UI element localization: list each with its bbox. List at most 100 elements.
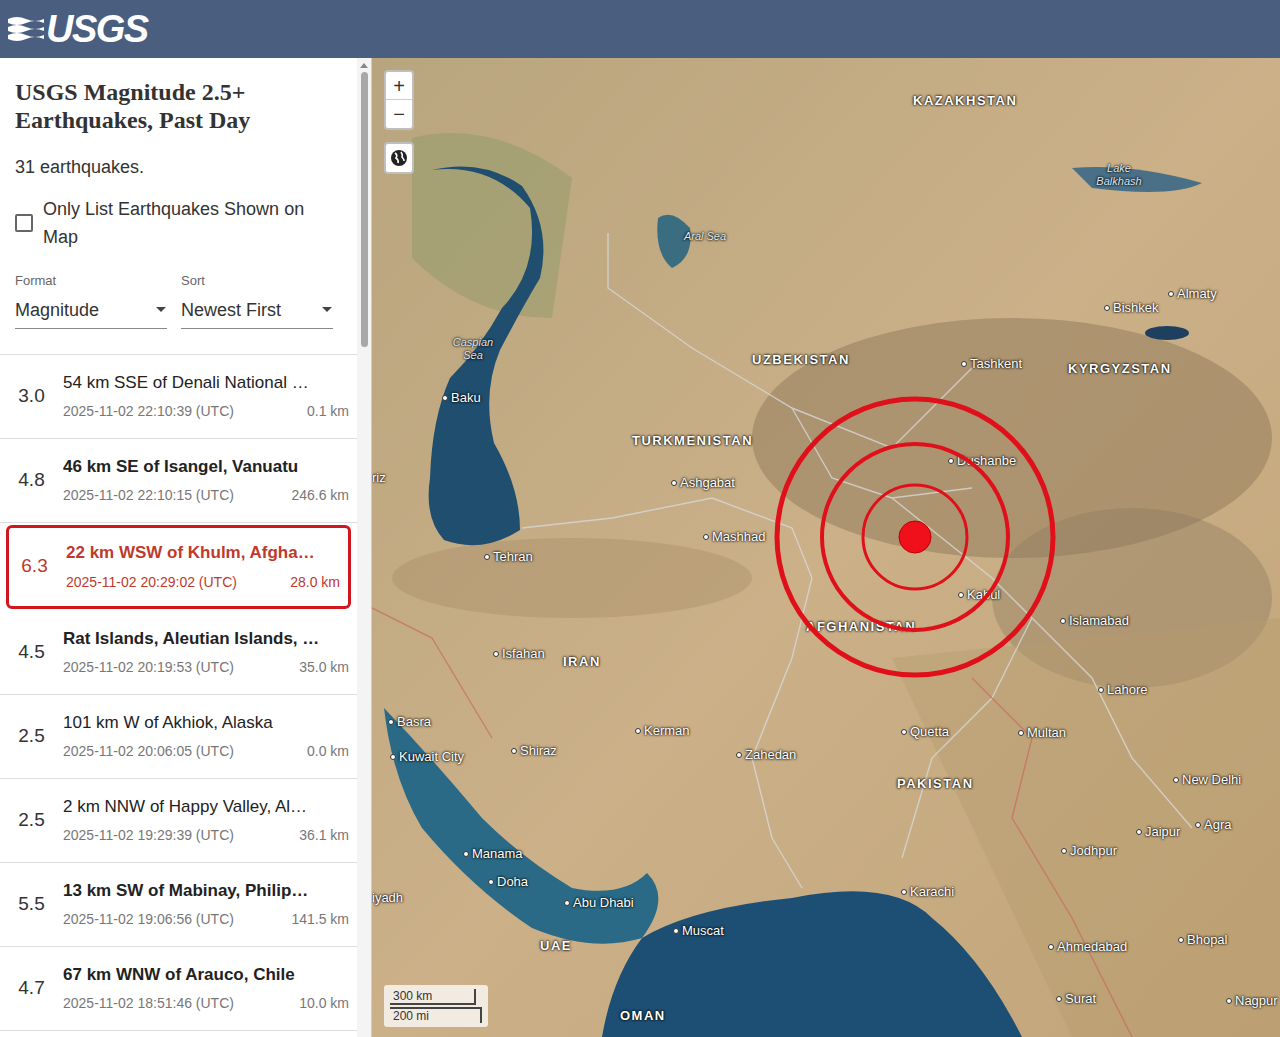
city-dot-icon xyxy=(673,928,679,934)
usgs-wave-icon xyxy=(8,15,44,43)
city-dot-icon xyxy=(1098,687,1104,693)
city-label: Mashhad xyxy=(703,527,765,547)
earthquake-title: 46 km SE of Isangel, Vanuatu xyxy=(63,454,349,480)
earthquake-depth: 0.0 km xyxy=(307,741,349,762)
earthquake-row[interactable]: 2.5101 km W of Akhiok, Alaska2025-11-02 … xyxy=(0,695,357,779)
earthquake-time: 2025-11-02 20:29:02 (UTC) xyxy=(66,572,237,593)
city-dot-icon xyxy=(1048,944,1054,950)
earthquake-row[interactable]: 5.513 km SW of Mabinay, Philip…2025-11-0… xyxy=(0,863,357,947)
earthquake-depth: 0.1 km xyxy=(307,401,349,422)
earthquake-title: Rat Islands, Aleutian Islands, … xyxy=(63,626,349,652)
city-label: Jaipur xyxy=(1136,822,1180,842)
map[interactable]: KAZAKHSTANLake BalkhashAral SeaCaspian S… xyxy=(372,58,1280,1037)
city-label: Agra xyxy=(1195,815,1231,835)
magnitude: 4.8 xyxy=(0,466,63,495)
city-dot-icon xyxy=(961,361,967,367)
earthquake-title: 67 km WNW of Arauco, Chile xyxy=(63,962,349,988)
water-label: Aral Sea xyxy=(674,230,736,243)
city-label: Kuwait City xyxy=(390,747,464,767)
earthquake-row[interactable]: 3.054 km SSE of Denali National …2025-11… xyxy=(0,355,357,439)
city-label: Karachi xyxy=(901,882,954,902)
earthquake-list: 3.054 km SSE of Denali National …2025-11… xyxy=(0,354,357,1031)
earthquake-row[interactable]: 4.846 km SE of Isangel, Vanuatu 2025-11-0… xyxy=(0,439,357,523)
city-label: riz xyxy=(372,468,386,488)
city-label: Baku xyxy=(442,388,481,408)
city-label: Muscat xyxy=(673,921,724,941)
city-dot-icon xyxy=(564,900,570,906)
city-dot-icon xyxy=(511,748,517,754)
city-dot-icon xyxy=(901,729,907,735)
city-dot-icon xyxy=(671,480,677,486)
earthquake-depth: 36.1 km xyxy=(299,825,349,846)
city-label: Nagpur xyxy=(1226,991,1278,1011)
earthquake-time: 2025-11-02 20:19:53 (UTC) xyxy=(63,657,234,678)
magnitude: 4.5 xyxy=(0,638,63,667)
city-label: Zahedan xyxy=(736,745,796,765)
city-dot-icon xyxy=(901,889,907,895)
city-label: Quetta xyxy=(901,722,949,742)
earthquake-depth: 35.0 km xyxy=(299,657,349,678)
city-dot-icon xyxy=(463,851,469,857)
map-terrain xyxy=(372,58,1280,1037)
city-label: Tehran xyxy=(484,547,533,567)
city-dot-icon xyxy=(1195,822,1201,828)
city-label: Ahmedabad xyxy=(1048,937,1127,957)
city-label: Jodhpur xyxy=(1061,841,1117,861)
city-dot-icon xyxy=(736,752,742,758)
earthquake-row[interactable]: 2.52 km NNW of Happy Valley, Al…2025-11-… xyxy=(0,779,357,863)
country-label: UZBEKISTAN xyxy=(752,350,850,370)
magnitude: 4.7 xyxy=(0,974,63,1003)
city-label: Bhopal xyxy=(1178,930,1227,950)
map-filter-checkbox[interactable]: Only List Earthquakes Shown on Map xyxy=(15,195,342,251)
earthquake-time: 2025-11-02 18:51:46 (UTC) xyxy=(63,993,234,1014)
city-dot-icon xyxy=(388,719,394,725)
scale-bar: 300 km200 mi xyxy=(384,985,488,1027)
select-field[interactable]: SortNewest First xyxy=(181,271,333,329)
earthquake-row[interactable]: 6.322 km WSW of Khulm, Afgha… 2025-11-02 … xyxy=(6,525,351,609)
earthquake-row[interactable]: 4.5Rat Islands, Aleutian Islands, … 2025-… xyxy=(0,611,357,695)
city-dot-icon xyxy=(488,879,494,885)
country-label: OMAN xyxy=(620,1006,666,1026)
earthquake-depth: 28.0 km xyxy=(290,572,340,593)
city-dot-icon xyxy=(1061,848,1067,854)
city-label: Almaty xyxy=(1168,284,1217,304)
earthquake-time: 2025-11-02 22:10:15 (UTC) xyxy=(63,485,234,506)
city-dot-icon xyxy=(484,554,490,560)
usgs-logo[interactable]: USGS xyxy=(8,10,148,48)
city-label: Manama xyxy=(463,844,523,864)
zoom-in-button[interactable]: + xyxy=(386,72,412,100)
magnitude: 6.3 xyxy=(3,552,66,581)
city-label: Abu Dhabi xyxy=(564,893,634,913)
basemap-button[interactable] xyxy=(384,142,414,174)
earthquake-title: 22 km WSW of Khulm, Afgha… xyxy=(66,540,340,566)
city-dot-icon xyxy=(1056,996,1062,1002)
epicenter-marker-icon[interactable] xyxy=(770,392,1060,682)
country-label: TURKMENISTAN xyxy=(632,431,753,451)
city-label: Ashgabat xyxy=(671,473,735,493)
country-label: IRAN xyxy=(563,652,601,672)
select-field[interactable]: FormatMagnitude xyxy=(15,271,167,329)
city-dot-icon xyxy=(1173,777,1179,783)
water-label: Caspian Sea xyxy=(442,336,504,362)
earthquake-depth: 10.0 km xyxy=(299,993,349,1014)
zoom-out-button[interactable]: − xyxy=(386,100,412,128)
city-dot-icon xyxy=(1136,829,1142,835)
country-label: UAE xyxy=(540,936,572,956)
magnitude: 2.5 xyxy=(0,722,63,751)
earthquake-panel: USGS Magnitude 2.5+ Earthquakes, Past Da… xyxy=(0,58,372,1037)
city-label: Tashkent xyxy=(961,354,1022,374)
city-dot-icon xyxy=(635,728,641,734)
city-dot-icon xyxy=(493,651,499,657)
city-dot-icon xyxy=(1226,998,1232,1004)
city-label: Basra xyxy=(388,712,431,732)
country-label: PAKISTAN xyxy=(897,774,974,794)
city-dot-icon xyxy=(442,395,448,401)
city-label: Islamabad xyxy=(1060,611,1129,631)
earthquake-time: 2025-11-02 22:10:39 (UTC) xyxy=(63,401,234,422)
water-label: Lake Balkhash xyxy=(1088,162,1150,188)
header-bar: USGS xyxy=(0,0,1280,58)
earthquake-row[interactable]: 4.767 km WNW of Arauco, Chile 2025-11-02 … xyxy=(0,947,357,1031)
earthquake-title: 2 km NNW of Happy Valley, Al… xyxy=(63,794,349,820)
scrollbar[interactable] xyxy=(357,58,371,1037)
city-dot-icon xyxy=(703,534,709,540)
